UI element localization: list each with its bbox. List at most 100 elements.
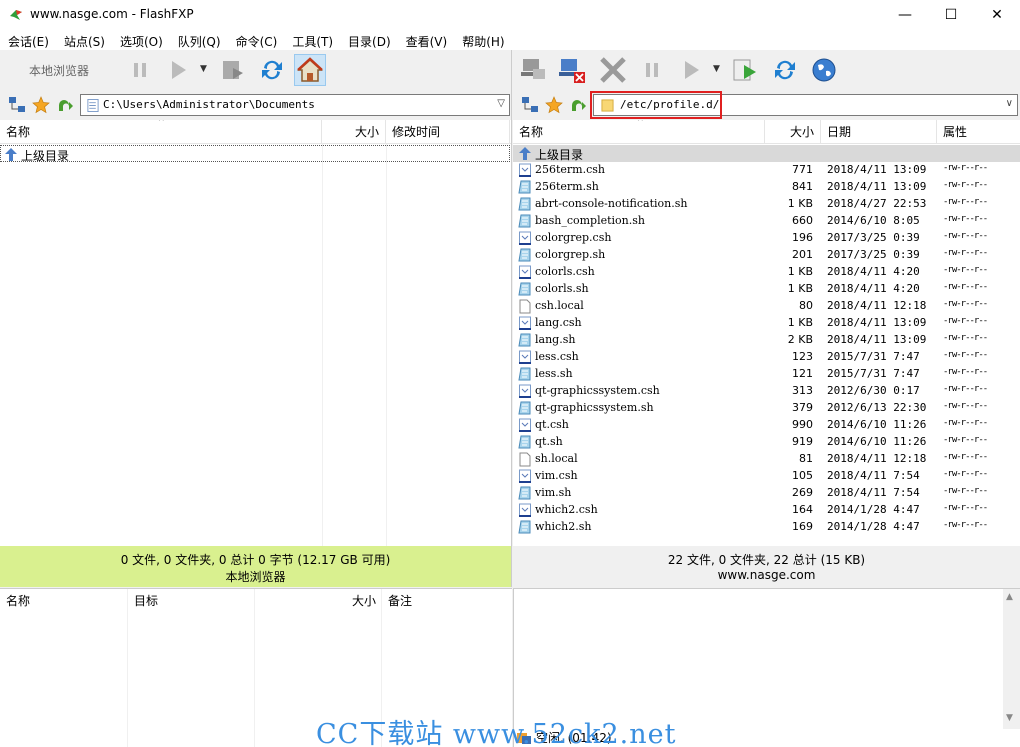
file-row[interactable]: qt-graphicssystem.sh 379 2012/6/13 22:30 -r… <box>513 400 1020 417</box>
parent-directory-arrow-icon[interactable] <box>56 96 74 114</box>
col-attributes[interactable]: 属性 <box>937 120 1020 144</box>
file-row[interactable]: 256term.csh 771 2018/4/11 13:09 -rw-r--r-- <box>513 162 1020 179</box>
pause-button[interactable] <box>124 54 156 86</box>
file-row[interactable]: less.csh 123 2015/7/31 7:47 -rw-r--r-- <box>513 349 1020 366</box>
minimize-button[interactable]: — <box>882 0 928 30</box>
file-attributes: -rw-r--r-- <box>943 367 988 377</box>
file-attributes: -rw-r--r-- <box>943 248 988 258</box>
globe-button[interactable] <box>808 54 840 86</box>
file-row[interactable]: vim.sh 269 2018/4/11 7:54 -rw-r--r-- <box>513 485 1020 502</box>
close-button[interactable]: ✕ <box>974 0 1020 30</box>
local-browser-label[interactable]: 本地浏览器 <box>29 62 89 79</box>
file-name: lang.sh <box>535 333 576 346</box>
disconnect-button[interactable] <box>556 54 588 86</box>
home-icon <box>297 57 323 82</box>
col-size[interactable]: 大小 <box>765 120 821 144</box>
file-row[interactable]: less.sh 121 2015/7/31 7:47 -rw-r--r-- <box>513 366 1020 383</box>
file-name: 256term.csh <box>535 163 606 176</box>
file-size: 771 <box>792 163 813 176</box>
file-row[interactable]: qt.sh 919 2014/6/10 11:26 -rw-r--r-- <box>513 434 1020 451</box>
refresh-button[interactable] <box>256 54 288 86</box>
file-row[interactable]: csh.local 80 2018/4/11 12:18 -rw-r--r-- <box>513 298 1020 315</box>
file-name: which2.csh <box>535 503 598 516</box>
file-attributes: -rw-r--r-- <box>943 180 988 190</box>
home-button[interactable] <box>294 54 326 86</box>
file-name: which2.sh <box>535 520 592 533</box>
abort-button[interactable] <box>597 54 629 86</box>
script-file-icon <box>519 163 531 177</box>
file-date: 2014/6/10 11:26 <box>827 418 927 431</box>
local-refresh-dir-button[interactable] <box>217 54 249 86</box>
file-size: 164 <box>792 503 813 516</box>
connect-tree-icon[interactable] <box>521 96 539 114</box>
menu-session[interactable]: 会话(E) <box>0 30 56 50</box>
script-file-icon <box>519 316 531 330</box>
menu-tools[interactable]: 工具(T) <box>284 30 340 50</box>
sort-arrow-icon: ^ <box>637 120 644 126</box>
file-row[interactable]: colorls.sh 1 KB 2018/4/11 4:20 -rw-r--r-- <box>513 281 1020 298</box>
col-date[interactable]: 日期 <box>821 120 937 144</box>
scroll-up-icon[interactable]: ▲ <box>1006 592 1013 602</box>
menu-view[interactable]: 查看(V) <box>398 30 455 50</box>
menu-directory[interactable]: 目录(D) <box>340 30 398 50</box>
queue-col-size[interactable]: 大小 <box>346 589 376 613</box>
remote-file-list[interactable]: 名称 ^ 大小 日期 属性 上级目录 256term.csh 771 2018/4/1… <box>513 120 1020 546</box>
file-row[interactable]: colorgrep.csh 196 2017/3/25 0:39 -rw-r--r-- <box>513 230 1020 247</box>
remote-status-host: www.nasge.com <box>717 568 816 582</box>
transfer-dropdown-icon[interactable]: ▼ <box>200 64 207 74</box>
connect-button[interactable] <box>518 54 550 86</box>
chevron-down-icon[interactable]: ∨ <box>1006 98 1013 109</box>
file-row[interactable]: which2.csh 164 2014/1/28 4:47 -rw-r--r-- <box>513 502 1020 519</box>
file-name: csh.local <box>535 299 584 312</box>
connect-tree-icon[interactable] <box>8 96 26 114</box>
menu-sites[interactable]: 站点(S) <box>56 30 112 50</box>
maximize-button[interactable]: ☐ <box>928 0 974 30</box>
remote-pause-button[interactable] <box>636 54 668 86</box>
menu-help[interactable]: 帮助(H) <box>454 30 511 50</box>
parent-directory-arrow-icon[interactable] <box>569 96 587 114</box>
file-row[interactable]: sh.local 81 2018/4/11 12:18 -rw-r--r-- <box>513 451 1020 468</box>
favorite-star-icon[interactable] <box>32 96 50 114</box>
menu-queue[interactable]: 队列(Q) <box>170 30 228 50</box>
remote-change-dir-button[interactable] <box>729 54 761 86</box>
col-modified[interactable]: 修改时间 <box>386 120 510 144</box>
queue-col-target[interactable]: 目标 <box>128 589 158 613</box>
file-row[interactable]: colorgrep.sh 201 2017/3/25 0:39 -rw-r--r-- <box>513 247 1020 264</box>
chevron-down-icon[interactable]: ▽ <box>497 98 505 109</box>
parent-directory-row[interactable]: 上级目录 <box>0 145 510 163</box>
file-row[interactable]: colorls.csh 1 KB 2018/4/11 4:20 -rw-r--r-- <box>513 264 1020 281</box>
local-path-combobox[interactable]: C:\Users\Administrator\Documents ▽ <box>80 94 510 116</box>
file-date: 2018/4/11 12:18 <box>827 452 927 465</box>
queue-col-name[interactable]: 名称 <box>0 589 30 613</box>
remote-transfer-dropdown-icon[interactable]: ▼ <box>713 64 720 74</box>
local-file-list[interactable]: 名称 ^ 大小 修改时间 上级目录 <box>0 120 511 546</box>
file-row[interactable]: qt-graphicssystem.csh 313 2012/6/30 0:17 -r… <box>513 383 1020 400</box>
file-size: 123 <box>792 350 813 363</box>
queue-col-notes[interactable]: 备注 <box>382 589 412 613</box>
file-row[interactable]: abrt-console-notification.sh 1 KB 2018/4/2… <box>513 196 1020 213</box>
scroll-down-icon[interactable]: ▼ <box>1006 713 1013 723</box>
file-date: 2018/4/11 13:09 <box>827 180 927 193</box>
blank-file-icon <box>519 452 531 467</box>
file-row[interactable]: lang.sh 2 KB 2018/4/11 13:09 -rw-r--r-- <box>513 332 1020 349</box>
favorite-star-icon[interactable] <box>545 96 563 114</box>
file-row[interactable]: qt.csh 990 2014/6/10 11:26 -rw-r--r-- <box>513 417 1020 434</box>
col-size[interactable]: 大小 <box>322 120 386 144</box>
file-attributes: -rw-r--r-- <box>943 384 988 394</box>
log-scrollbar[interactable]: ▲ ▼ <box>1003 589 1020 729</box>
file-row[interactable]: lang.csh 1 KB 2018/4/11 13:09 -rw-r--r-- <box>513 315 1020 332</box>
remote-refresh-button[interactable] <box>769 54 801 86</box>
file-row[interactable]: vim.csh 105 2018/4/11 7:54 -rw-r--r-- <box>513 468 1020 485</box>
file-size: 1 KB <box>787 282 813 295</box>
parent-directory-row[interactable]: 上级目录 <box>513 145 1020 162</box>
file-attributes: -rw-r--r-- <box>943 418 988 428</box>
remote-transfer-button[interactable] <box>675 54 707 86</box>
transfer-button[interactable] <box>162 54 194 86</box>
menu-commands[interactable]: 命令(C) <box>228 30 285 50</box>
file-row[interactable]: which2.sh 169 2014/1/28 4:47 -rw-r--r-- <box>513 519 1020 536</box>
file-row[interactable]: bash_completion.sh 660 2014/6/10 8:05 -rw-r… <box>513 213 1020 230</box>
file-row[interactable]: 256term.sh 841 2018/4/11 13:09 -rw-r--r-- <box>513 179 1020 196</box>
menu-options[interactable]: 选项(O) <box>112 30 170 50</box>
shell-script-icon <box>518 367 531 381</box>
file-date: 2014/6/10 8:05 <box>827 214 920 227</box>
